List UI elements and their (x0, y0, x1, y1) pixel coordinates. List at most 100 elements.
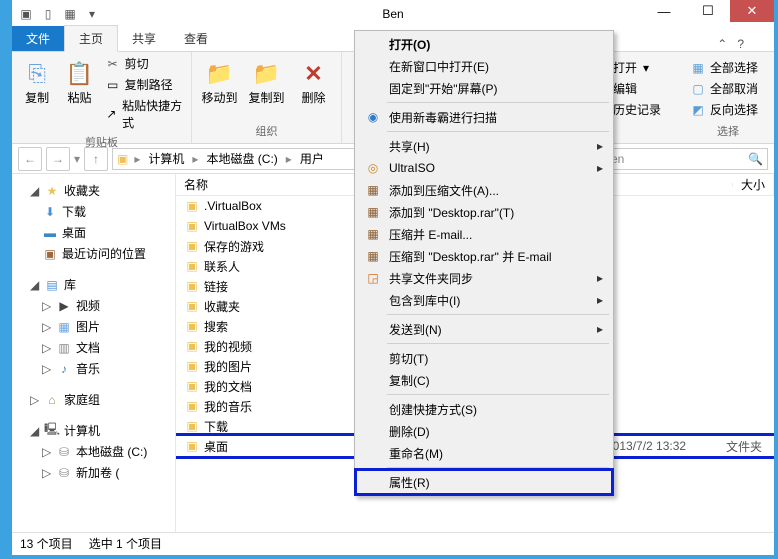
close-button[interactable]: ✕ (730, 0, 774, 22)
qat-dropdown-icon[interactable]: ▾ (82, 4, 102, 24)
submenu-arrow-icon: ▸ (597, 139, 603, 153)
nav-favorites[interactable]: ◢★收藏夹 (12, 180, 175, 201)
picture-icon: ▦ (56, 319, 72, 335)
search-box[interactable]: en 🔍 (606, 148, 768, 170)
selectnone-icon: ▢ (690, 81, 706, 97)
download-icon: ⬇ (42, 204, 58, 220)
ctx-include-library[interactable]: 包含到库中(I)▸ (357, 289, 611, 311)
ribbon-collapse-icon[interactable]: ⌃ ? (717, 37, 774, 51)
folder-icon: ▣ (184, 358, 200, 374)
nav-pictures[interactable]: ▷▦图片 (12, 316, 175, 337)
ctx-rename[interactable]: 重命名(M) (357, 442, 611, 464)
ctx-add-archive[interactable]: ▦添加到压缩文件(A)... (357, 179, 611, 201)
selectall-icon: ▦ (690, 60, 706, 76)
file-name: VirtualBox VMs (204, 219, 286, 233)
file-name: 下载 (204, 418, 228, 435)
folder-icon: ▣ (184, 318, 200, 334)
ctx-open-new-window[interactable]: 在新窗口中打开(E) (357, 55, 611, 77)
ctx-cut[interactable]: 剪切(T) (357, 347, 611, 369)
maximize-button[interactable]: ☐ (686, 0, 730, 22)
ctx-open[interactable]: 打开(O) (357, 33, 611, 55)
paste-button[interactable]: 📋 粘贴 (60, 54, 98, 109)
file-name: 桌面 (204, 438, 228, 455)
column-size[interactable]: 大小 (733, 174, 774, 195)
delete-button[interactable]: ✕ 删除 (292, 54, 335, 109)
disc-icon: ◎ (361, 159, 385, 177)
archive-icon: ▦ (361, 203, 385, 221)
selectnone-button[interactable]: ▢全部取消 (688, 79, 760, 98)
nav-drive-new[interactable]: ▷⛁新加卷 ( (12, 462, 175, 483)
search-icon: 🔍 (748, 152, 763, 166)
titlebar: ▣ ▯ ▦ ▾ Ben — ☐ ✕ (12, 0, 774, 28)
status-count: 13 个项目 (20, 535, 73, 552)
delete-icon: ✕ (298, 58, 330, 90)
ctx-pin-start[interactable]: 固定到"开始"屏幕(P) (357, 77, 611, 99)
file-name: 我的音乐 (204, 398, 252, 415)
ctx-sync-folder[interactable]: ◲共享文件夹同步▸ (357, 267, 611, 289)
folder-icon: ▣ (16, 4, 36, 24)
ctx-properties[interactable]: 属性(R) (357, 471, 611, 493)
video-icon: ▶ (56, 298, 72, 314)
breadcrumb-pc[interactable]: 计算机 (146, 150, 186, 167)
computer-icon: 🖳 (44, 423, 60, 439)
ctx-share[interactable]: 共享(H)▸ (357, 135, 611, 157)
recent-icon: ▣ (42, 246, 58, 262)
file-name: .VirtualBox (204, 199, 262, 213)
copyto-button[interactable]: 📁 复制到 (245, 54, 288, 109)
breadcrumb-c[interactable]: 本地磁盘 (C:) (204, 150, 279, 167)
breadcrumb-users[interactable]: 用户 (298, 150, 326, 167)
ctx-compress-desktop-email[interactable]: ▦压缩到 "Desktop.rar" 并 E-mail (357, 245, 611, 267)
submenu-arrow-icon: ▸ (597, 271, 603, 285)
nav-libraries[interactable]: ◢▤库 (12, 274, 175, 295)
invertselect-button[interactable]: ◩反向选择 (688, 100, 760, 119)
folder-icon: ▣ (184, 238, 200, 254)
ctx-create-shortcut[interactable]: 创建快捷方式(S) (357, 398, 611, 420)
open-button[interactable]: 打开▾ (611, 58, 663, 77)
minimize-button[interactable]: — (642, 0, 686, 22)
ctx-copy[interactable]: 复制(C) (357, 369, 611, 391)
copypath-button[interactable]: ▭复制路径 (103, 75, 185, 94)
nav-recent[interactable]: ▣最近访问的位置 (12, 243, 175, 264)
history-button[interactable]: 历史记录 (611, 100, 663, 119)
window-title: Ben (382, 7, 403, 21)
folder-icon: ▣ (117, 152, 128, 166)
submenu-arrow-icon: ▸ (597, 161, 603, 175)
recent-locations-button[interactable]: ▾ (74, 152, 80, 166)
tab-file[interactable]: 文件 (12, 26, 64, 51)
group-label-clipboard: 剪贴板 (18, 132, 185, 152)
tab-share[interactable]: 共享 (118, 26, 170, 51)
pasteshortcut-button[interactable]: ↗粘贴快捷方式 (103, 96, 185, 132)
shortcut-icon: ↗ (105, 106, 119, 122)
edit-button[interactable]: 编辑 (611, 79, 663, 98)
moveto-button[interactable]: 📁 移动到 (198, 54, 241, 109)
folder-icon: ▣ (184, 338, 200, 354)
nav-downloads[interactable]: ⬇下载 (12, 201, 175, 222)
qat-props-icon[interactable]: ▦ (60, 4, 80, 24)
file-name: 我的视频 (204, 338, 252, 355)
nav-computer[interactable]: ◢🖳计算机 (12, 420, 175, 441)
ctx-add-desktop-rar[interactable]: ▦添加到 "Desktop.rar"(T) (357, 201, 611, 223)
nav-music[interactable]: ▷♪音乐 (12, 358, 175, 379)
tab-home[interactable]: 主页 (64, 25, 118, 52)
folder-icon: ▣ (184, 418, 200, 434)
path-icon: ▭ (105, 77, 121, 93)
explorer-window: ▣ ▯ ▦ ▾ Ben — ☐ ✕ 文件 主页 共享 查看 ⌃ ? ⎘ 复制 (12, 0, 774, 555)
copy-button[interactable]: ⎘ 复制 (18, 54, 56, 109)
ctx-scan[interactable]: ◉使用新毒霸进行扫描 (357, 106, 611, 128)
ctx-sendto[interactable]: 发送到(N)▸ (357, 318, 611, 340)
folder-icon: ▣ (184, 298, 200, 314)
ctx-delete[interactable]: 删除(D) (357, 420, 611, 442)
tab-view[interactable]: 查看 (170, 26, 222, 51)
nav-videos[interactable]: ▷▶视频 (12, 295, 175, 316)
nav-homegroup[interactable]: ▷⌂家庭组 (12, 389, 175, 410)
nav-drive-c[interactable]: ▷⛁本地磁盘 (C:) (12, 441, 175, 462)
cut-button[interactable]: ✂剪切 (103, 54, 185, 73)
ctx-ultraiso[interactable]: ◎UltraISO▸ (357, 157, 611, 179)
nav-documents[interactable]: ▷▥文档 (12, 337, 175, 358)
ctx-compress-email[interactable]: ▦压缩并 E-mail... (357, 223, 611, 245)
selectall-button[interactable]: ▦全部选择 (688, 58, 760, 77)
nav-desktop[interactable]: ▬桌面 (12, 222, 175, 243)
navigation-pane[interactable]: ◢★收藏夹 ⬇下载 ▬桌面 ▣最近访问的位置 ◢▤库 ▷▶视频 ▷▦图片 ▷▥文… (12, 174, 176, 532)
context-menu: 打开(O) 在新窗口中打开(E) 固定到"开始"屏幕(P) ◉使用新毒霸进行扫描… (354, 30, 614, 496)
copyto-icon: 📁 (251, 58, 283, 90)
